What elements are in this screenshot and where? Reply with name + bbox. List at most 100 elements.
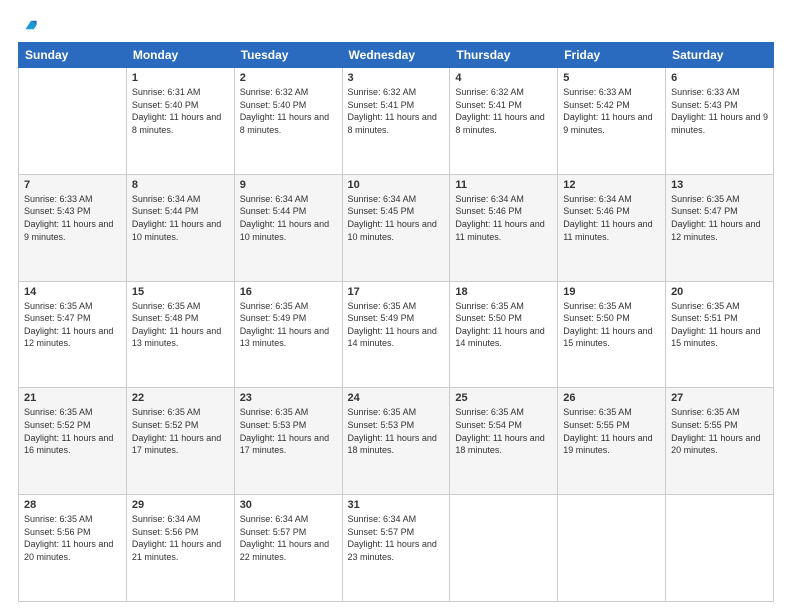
day-number: 28 (24, 499, 121, 511)
day-info: Sunrise: 6:33 AMSunset: 5:43 PMDaylight:… (671, 86, 768, 136)
calendar-cell: 8 Sunrise: 6:34 AMSunset: 5:44 PMDaylight… (126, 174, 234, 281)
day-info: Sunrise: 6:35 AMSunset: 5:56 PMDaylight:… (24, 513, 121, 563)
day-info: Sunrise: 6:33 AMSunset: 5:42 PMDaylight:… (563, 86, 660, 136)
day-info: Sunrise: 6:35 AMSunset: 5:50 PMDaylight:… (563, 300, 660, 350)
day-number: 3 (348, 72, 445, 84)
calendar-cell: 6 Sunrise: 6:33 AMSunset: 5:43 PMDaylight… (666, 68, 774, 175)
day-info: Sunrise: 6:35 AMSunset: 5:55 PMDaylight:… (671, 406, 768, 456)
day-info: Sunrise: 6:33 AMSunset: 5:43 PMDaylight:… (24, 193, 121, 243)
calendar-header-wednesday: Wednesday (342, 43, 450, 68)
calendar-cell: 3 Sunrise: 6:32 AMSunset: 5:41 PMDaylight… (342, 68, 450, 175)
day-info: Sunrise: 6:34 AMSunset: 5:45 PMDaylight:… (348, 193, 445, 243)
day-info: Sunrise: 6:35 AMSunset: 5:49 PMDaylight:… (240, 300, 337, 350)
day-number: 12 (563, 179, 660, 191)
day-number: 2 (240, 72, 337, 84)
day-info: Sunrise: 6:35 AMSunset: 5:47 PMDaylight:… (671, 193, 768, 243)
calendar-header-friday: Friday (558, 43, 666, 68)
day-number: 16 (240, 286, 337, 298)
calendar-cell: 2 Sunrise: 6:32 AMSunset: 5:40 PMDaylight… (234, 68, 342, 175)
calendar-cell: 23Sunrise: 6:35 AMSunset: 5:53 PMDayligh… (234, 388, 342, 495)
logo-icon (24, 18, 38, 32)
calendar-cell: 24 Sunrise: 6:35 AMSunset: 5:53 PMDayligh… (342, 388, 450, 495)
calendar-cell: 19 Sunrise: 6:35 AMSunset: 5:50 PMDayligh… (558, 281, 666, 388)
day-info: Sunrise: 6:31 AMSunset: 5:40 PMDaylight:… (132, 86, 229, 136)
day-info: Sunrise: 6:34 AMSunset: 5:44 PMDaylight:… (132, 193, 229, 243)
calendar-cell: 26Sunrise: 6:35 AMSunset: 5:55 PMDayligh… (558, 388, 666, 495)
calendar-cell: 13 Sunrise: 6:35 AMSunset: 5:47 PMDayligh… (666, 174, 774, 281)
day-number: 13 (671, 179, 768, 191)
calendar-cell (450, 495, 558, 602)
calendar-cell: 11 Sunrise: 6:34 AMSunset: 5:46 PMDayligh… (450, 174, 558, 281)
day-info: Sunrise: 6:34 AMSunset: 5:46 PMDaylight:… (563, 193, 660, 243)
day-info: Sunrise: 6:34 AMSunset: 5:46 PMDaylight:… (455, 193, 552, 243)
day-number: 20 (671, 286, 768, 298)
calendar-week-row: 7 Sunrise: 6:33 AMSunset: 5:43 PMDaylight… (19, 174, 774, 281)
day-number: 30 (240, 499, 337, 511)
day-number: 9 (240, 179, 337, 191)
day-number: 25 (455, 392, 552, 404)
calendar-cell: 16 Sunrise: 6:35 AMSunset: 5:49 PMDayligh… (234, 281, 342, 388)
calendar-header-saturday: Saturday (666, 43, 774, 68)
calendar-cell: 14 Sunrise: 6:35 AMSunset: 5:47 PMDayligh… (19, 281, 127, 388)
day-number: 22 (132, 392, 229, 404)
day-info: Sunrise: 6:32 AMSunset: 5:41 PMDaylight:… (348, 86, 445, 136)
calendar-week-row: 21 Sunrise: 6:35 AMSunset: 5:52 PMDayligh… (19, 388, 774, 495)
calendar-cell: 17 Sunrise: 6:35 AMSunset: 5:49 PMDayligh… (342, 281, 450, 388)
day-number: 24 (348, 392, 445, 404)
calendar-cell: 18Sunrise: 6:35 AMSunset: 5:50 PMDayligh… (450, 281, 558, 388)
calendar-cell: 25 Sunrise: 6:35 AMSunset: 5:54 PMDayligh… (450, 388, 558, 495)
day-number: 31 (348, 499, 445, 511)
day-info: Sunrise: 6:35 AMSunset: 5:48 PMDaylight:… (132, 300, 229, 350)
calendar-table: SundayMondayTuesdayWednesdayThursdayFrid… (18, 42, 774, 602)
calendar-cell: 28 Sunrise: 6:35 AMSunset: 5:56 PMDayligh… (19, 495, 127, 602)
calendar-week-row: 14 Sunrise: 6:35 AMSunset: 5:47 PMDayligh… (19, 281, 774, 388)
day-number: 7 (24, 179, 121, 191)
day-info: Sunrise: 6:35 AMSunset: 5:53 PMDaylight:… (348, 406, 445, 456)
day-number: 4 (455, 72, 552, 84)
day-number: 18 (455, 286, 552, 298)
calendar-week-row: 1 Sunrise: 6:31 AMSunset: 5:40 PMDaylight… (19, 68, 774, 175)
day-info: Sunrise: 6:34 AMSunset: 5:44 PMDaylight:… (240, 193, 337, 243)
calendar-cell (19, 68, 127, 175)
calendar-week-row: 28 Sunrise: 6:35 AMSunset: 5:56 PMDayligh… (19, 495, 774, 602)
day-number: 1 (132, 72, 229, 84)
day-info: Sunrise: 6:35 AMSunset: 5:54 PMDaylight:… (455, 406, 552, 456)
day-number: 29 (132, 499, 229, 511)
day-number: 10 (348, 179, 445, 191)
day-info: Sunrise: 6:34 AMSunset: 5:57 PMDaylight:… (240, 513, 337, 563)
day-info: Sunrise: 6:35 AMSunset: 5:51 PMDaylight:… (671, 300, 768, 350)
calendar-cell: 21 Sunrise: 6:35 AMSunset: 5:52 PMDayligh… (19, 388, 127, 495)
day-number: 17 (348, 286, 445, 298)
day-number: 5 (563, 72, 660, 84)
day-number: 6 (671, 72, 768, 84)
day-number: 19 (563, 286, 660, 298)
calendar-header-row: SundayMondayTuesdayWednesdayThursdayFrid… (19, 43, 774, 68)
day-number: 21 (24, 392, 121, 404)
day-info: Sunrise: 6:35 AMSunset: 5:47 PMDaylight:… (24, 300, 121, 350)
day-info: Sunrise: 6:35 AMSunset: 5:52 PMDaylight:… (132, 406, 229, 456)
day-number: 11 (455, 179, 552, 191)
logo (18, 18, 38, 32)
day-info: Sunrise: 6:32 AMSunset: 5:40 PMDaylight:… (240, 86, 337, 136)
day-number: 26 (563, 392, 660, 404)
day-number: 15 (132, 286, 229, 298)
calendar-cell (558, 495, 666, 602)
calendar-cell: 29 Sunrise: 6:34 AMSunset: 5:56 PMDayligh… (126, 495, 234, 602)
day-info: Sunrise: 6:35 AMSunset: 5:49 PMDaylight:… (348, 300, 445, 350)
calendar-header-sunday: Sunday (19, 43, 127, 68)
day-info: Sunrise: 6:34 AMSunset: 5:56 PMDaylight:… (132, 513, 229, 563)
calendar-header-thursday: Thursday (450, 43, 558, 68)
calendar-cell: 30 Sunrise: 6:34 AMSunset: 5:57 PMDayligh… (234, 495, 342, 602)
calendar-cell: 27Sunrise: 6:35 AMSunset: 5:55 PMDayligh… (666, 388, 774, 495)
day-number: 14 (24, 286, 121, 298)
day-info: Sunrise: 6:32 AMSunset: 5:41 PMDaylight:… (455, 86, 552, 136)
page: SundayMondayTuesdayWednesdayThursdayFrid… (0, 0, 792, 612)
calendar-header-monday: Monday (126, 43, 234, 68)
logo-text (18, 18, 38, 32)
header (18, 18, 774, 32)
day-number: 8 (132, 179, 229, 191)
calendar-cell: 15 Sunrise: 6:35 AMSunset: 5:48 PMDayligh… (126, 281, 234, 388)
calendar-cell: 1 Sunrise: 6:31 AMSunset: 5:40 PMDaylight… (126, 68, 234, 175)
day-info: Sunrise: 6:35 AMSunset: 5:52 PMDaylight:… (24, 406, 121, 456)
calendar-cell: 22 Sunrise: 6:35 AMSunset: 5:52 PMDayligh… (126, 388, 234, 495)
